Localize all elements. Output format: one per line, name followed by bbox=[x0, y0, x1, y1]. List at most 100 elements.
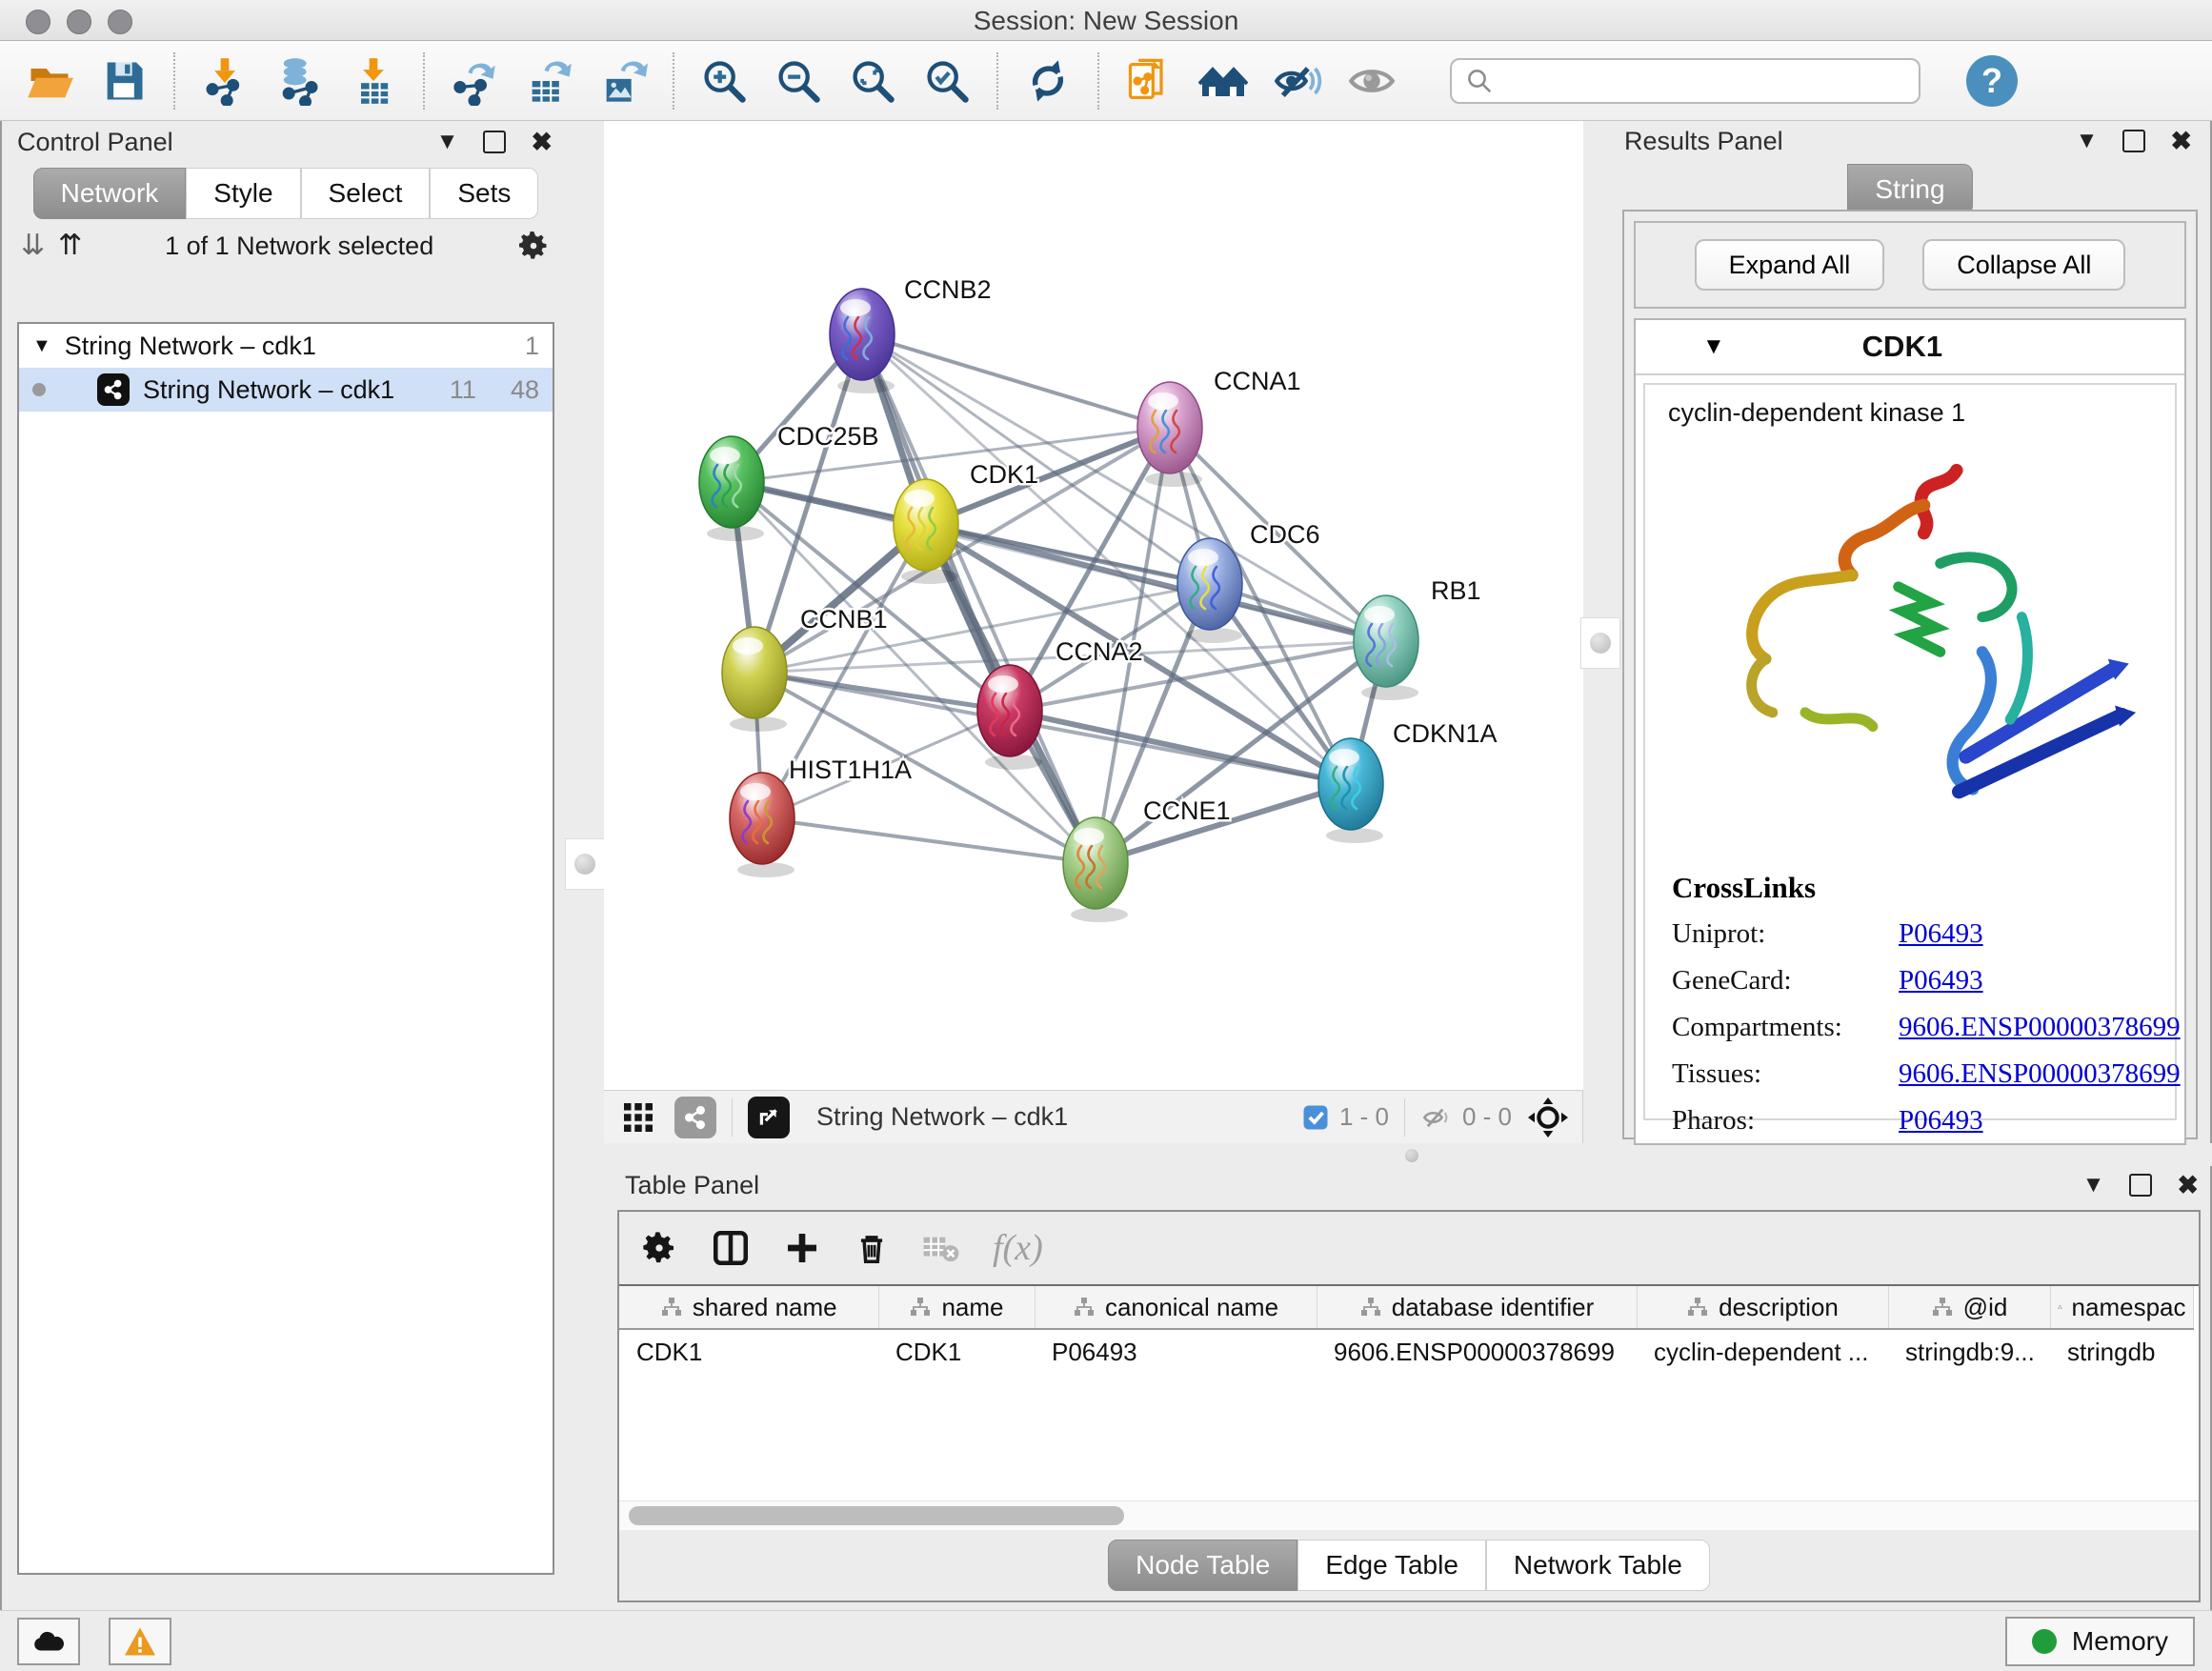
control-panel-float-icon[interactable]: ▼ bbox=[436, 131, 459, 153]
delete-table-icon[interactable] bbox=[922, 1232, 960, 1264]
pan-crosshair-icon[interactable] bbox=[1527, 1097, 1569, 1138]
compartments-link[interactable]: 9606.ENSP00000378699 bbox=[1899, 1012, 2181, 1043]
function-builder-icon[interactable]: f(x) bbox=[993, 1227, 1043, 1269]
network-node-count: 11 bbox=[450, 375, 476, 405]
open-session-icon[interactable] bbox=[25, 56, 74, 106]
cloud-status-button[interactable] bbox=[17, 1618, 80, 1665]
tab-network-table[interactable]: Network Table bbox=[1486, 1540, 1710, 1591]
cell-name[interactable]: CDK1 bbox=[878, 1329, 1035, 1374]
tab-edge-table[interactable]: Edge Table bbox=[1297, 1540, 1486, 1591]
string-home-icon[interactable] bbox=[1198, 56, 1248, 106]
network-options-gear-icon[interactable] bbox=[516, 229, 551, 263]
open-in-new-window-icon[interactable] bbox=[748, 1097, 790, 1138]
search-input[interactable] bbox=[1503, 65, 1905, 96]
uniprot-link[interactable]: P06493 bbox=[1899, 918, 1983, 950]
column-header[interactable]: namespac bbox=[2050, 1286, 2193, 1329]
table-panel-maximize-icon[interactable] bbox=[2129, 1174, 2152, 1197]
network-edge-count: 48 bbox=[511, 375, 539, 405]
tissues-link[interactable]: 9606.ENSP00000378699 bbox=[1899, 1058, 2181, 1090]
zoom-fit-icon[interactable] bbox=[848, 56, 897, 106]
results-panel-close-icon[interactable]: ✖ bbox=[2170, 129, 2192, 154]
status-bar: Memory bbox=[0, 1610, 2212, 1671]
zoom-out-icon[interactable] bbox=[774, 56, 823, 106]
add-column-icon[interactable] bbox=[783, 1229, 821, 1267]
search-field[interactable] bbox=[1450, 58, 1920, 104]
genecard-link[interactable]: P06493 bbox=[1899, 965, 1983, 997]
selected-checkbox-icon[interactable] bbox=[1301, 1103, 1330, 1132]
results-panel-float-icon[interactable]: ▼ bbox=[2076, 130, 2099, 152]
column-type-icon bbox=[909, 1296, 932, 1319]
collapse-all-button[interactable]: Collapse All bbox=[1922, 239, 2125, 291]
network-snapshot-icon[interactable] bbox=[1124, 56, 1174, 106]
pharos-link[interactable]: P06493 bbox=[1899, 1105, 1983, 1137]
scrollbar-thumb[interactable] bbox=[629, 1506, 1124, 1525]
expand-all-networks-icon[interactable]: ⇈ bbox=[58, 232, 82, 260]
tab-style[interactable]: Style bbox=[186, 168, 300, 219]
table-options-gear-icon[interactable] bbox=[640, 1229, 678, 1267]
column-header[interactable]: shared name bbox=[619, 1286, 878, 1329]
cell-namespace[interactable]: stringdb bbox=[2050, 1329, 2193, 1374]
warnings-button[interactable] bbox=[109, 1618, 171, 1665]
help-button[interactable]: ? bbox=[1966, 55, 2018, 107]
column-header[interactable]: description bbox=[1637, 1286, 1888, 1329]
export-network-icon[interactable] bbox=[450, 56, 499, 106]
hidden-elements-counter: 0 - 0 bbox=[1420, 1101, 1512, 1134]
hidden-eye-icon[interactable] bbox=[1420, 1101, 1453, 1134]
refresh-icon[interactable] bbox=[1023, 56, 1073, 106]
control-panel-maximize-icon[interactable] bbox=[483, 131, 506, 153]
table-panel-close-icon[interactable]: ✖ bbox=[2177, 1173, 2199, 1198]
export-image-icon[interactable] bbox=[598, 56, 648, 106]
tab-sets[interactable]: Sets bbox=[430, 168, 538, 219]
collection-expander-icon[interactable]: ▼ bbox=[32, 335, 51, 357]
tab-select[interactable]: Select bbox=[301, 168, 431, 219]
table-horizontal-scrollbar[interactable] bbox=[619, 1500, 2199, 1530]
collapse-all-networks-icon[interactable]: ⇊ bbox=[21, 232, 45, 260]
tab-string-results[interactable]: String bbox=[1847, 164, 1972, 215]
left-splitter-handle[interactable] bbox=[565, 838, 605, 890]
hide-selected-icon[interactable] bbox=[1273, 56, 1322, 106]
memory-status-icon bbox=[2032, 1629, 2057, 1654]
crosslinks-heading: CrossLinks bbox=[1672, 871, 2181, 905]
cell-database-identifier[interactable]: 9606.ENSP00000378699 bbox=[1317, 1329, 1637, 1374]
network-row[interactable]: String Network – cdk1 11 48 bbox=[19, 368, 553, 412]
collection-count: 1 bbox=[525, 332, 539, 361]
left-splitter[interactable] bbox=[564, 121, 604, 1143]
network-canvas[interactable]: CCNB2CCNA1CDC25BCDK1CDC6RB1CCNB1CCNA2CDK… bbox=[604, 121, 1584, 1090]
tab-node-table[interactable]: Node Table bbox=[1108, 1540, 1297, 1591]
memory-button[interactable]: Memory bbox=[2005, 1617, 2195, 1666]
network-edge[interactable] bbox=[862, 334, 1170, 428]
network-type-icon bbox=[97, 373, 130, 406]
cell-shared-name[interactable]: CDK1 bbox=[619, 1329, 878, 1374]
zoom-selected-icon[interactable] bbox=[922, 56, 972, 106]
export-table-icon[interactable] bbox=[524, 56, 573, 106]
import-network-from-file-icon[interactable] bbox=[200, 56, 250, 106]
results-panel-maximize-icon[interactable] bbox=[2122, 130, 2145, 152]
network-label: String Network – cdk1 bbox=[143, 375, 436, 405]
import-network-from-database-icon[interactable] bbox=[274, 56, 324, 106]
column-header[interactable]: @id bbox=[1888, 1286, 2050, 1329]
show-all-icon[interactable] bbox=[1347, 56, 1397, 106]
tab-network[interactable]: Network bbox=[33, 168, 187, 219]
column-header[interactable]: database identifier bbox=[1317, 1286, 1637, 1329]
control-panel-close-icon[interactable]: ✖ bbox=[531, 130, 553, 155]
birds-eye-share-icon[interactable] bbox=[674, 1097, 716, 1138]
table-row[interactable]: CDK1 CDK1 P06493 9606.ENSP00000378699 cy… bbox=[619, 1329, 2193, 1374]
table-panel-splitter[interactable] bbox=[564, 1143, 2212, 1166]
network-edge[interactable] bbox=[762, 818, 1096, 863]
protein-card-expander-icon[interactable]: ▼ bbox=[1702, 333, 1725, 360]
cell-description[interactable]: cyclin-dependent ... bbox=[1637, 1329, 1888, 1374]
network-collection-row[interactable]: ▼ String Network – cdk1 1 bbox=[19, 324, 553, 368]
import-table-from-file-icon[interactable] bbox=[349, 56, 398, 106]
network-edge[interactable] bbox=[1010, 711, 1351, 784]
zoom-in-icon[interactable] bbox=[699, 56, 749, 106]
save-session-icon[interactable] bbox=[99, 56, 149, 106]
delete-column-icon[interactable] bbox=[854, 1229, 890, 1267]
column-header[interactable]: name bbox=[878, 1286, 1035, 1329]
column-header[interactable]: canonical name bbox=[1035, 1286, 1317, 1329]
show-columns-icon[interactable] bbox=[711, 1228, 751, 1268]
grid-view-icon[interactable] bbox=[617, 1097, 659, 1138]
table-panel-float-icon[interactable]: ▼ bbox=[2082, 1174, 2105, 1197]
cell-id[interactable]: stringdb:9... bbox=[1888, 1329, 2050, 1374]
expand-all-button[interactable]: Expand All bbox=[1695, 239, 1885, 291]
cell-canonical-name[interactable]: P06493 bbox=[1035, 1329, 1317, 1374]
